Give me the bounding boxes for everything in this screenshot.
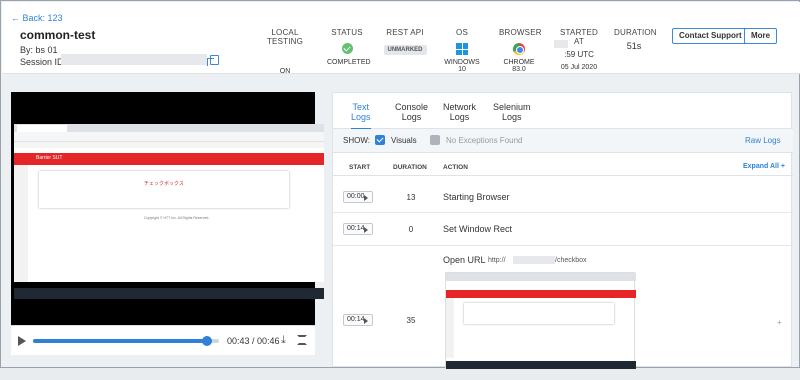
visuals-checkbox[interactable] bbox=[375, 135, 385, 145]
tab-network-logs[interactable]: Network Logs bbox=[443, 102, 476, 122]
log-url-redacted bbox=[513, 256, 555, 264]
video-time: 00:43 / 00:46 bbox=[227, 336, 280, 346]
video-progress-knob[interactable] bbox=[201, 336, 212, 346]
os-column: OS WINDOWS 10 bbox=[444, 28, 480, 73]
completed-check-icon bbox=[341, 43, 353, 54]
fullscreen-icon[interactable] bbox=[297, 335, 307, 345]
copy-icon[interactable] bbox=[207, 55, 219, 66]
tab-selenium-logs[interactable]: Selenium Logs bbox=[493, 102, 531, 122]
started-at-column: STARTED AT :59 UTC 05 Jul 2020 bbox=[554, 28, 602, 71]
tab-text-logs[interactable]: Text Logs bbox=[351, 102, 371, 130]
tab-console-logs[interactable]: Console Logs bbox=[395, 102, 428, 122]
row-expand-indicator[interactable]: + bbox=[777, 318, 782, 327]
video-page bbox=[14, 148, 324, 282]
visuals-label: Visuals bbox=[391, 136, 417, 145]
more-button[interactable]: More bbox=[744, 28, 778, 44]
video-controls: 00:43 / 00:46 ⤓ bbox=[11, 325, 315, 355]
contact-support-button[interactable]: Contact Support bbox=[672, 28, 749, 44]
download-icon[interactable]: ⤓ bbox=[281, 334, 290, 346]
video-progress-track[interactable] bbox=[33, 336, 219, 346]
video-player[interactable]: Barrier SUT チェックボックス Copyright © HTT Inc… bbox=[11, 92, 324, 355]
video-progress-fill bbox=[33, 339, 207, 343]
project-title: common-test bbox=[20, 28, 96, 42]
log-time-button[interactable]: 00:14 bbox=[343, 223, 373, 235]
video-browser-address-bar bbox=[14, 132, 324, 142]
logs-tabs: Text Logs Console Logs Network Logs Sele… bbox=[333, 93, 793, 130]
chrome-icon bbox=[513, 43, 525, 55]
status-column: STATUS COMPLETED bbox=[327, 28, 371, 66]
log-row[interactable]: 00:00 13 Starting Browser bbox=[333, 181, 793, 213]
video-page-header: Barrier SUT bbox=[14, 153, 324, 165]
rest-api-column: REST API UNMARKED bbox=[383, 28, 427, 55]
video-browser-tabs bbox=[14, 124, 324, 132]
video-taskbar bbox=[14, 288, 324, 299]
log-row[interactable]: 00:14 0 Set Window Rect bbox=[333, 213, 793, 246]
exceptions-checkbox[interactable] bbox=[430, 135, 440, 145]
session-id-label: Session ID: bbox=[20, 57, 67, 67]
unmarked-badge[interactable]: UNMARKED bbox=[383, 45, 427, 55]
no-exceptions-label: No Exceptions Found bbox=[446, 136, 523, 145]
video-page-sidebar bbox=[14, 165, 28, 282]
video-page-card: チェックボックス bbox=[39, 171, 289, 208]
session-header: ← Back: 123 common-test By: bs 01 Sessio… bbox=[2, 2, 800, 75]
play-icon[interactable] bbox=[18, 336, 26, 346]
log-filter-bar: SHOW: Visuals No Exceptions Found Raw Lo… bbox=[333, 129, 793, 153]
video-page-footer: Copyright © HTT Inc. All Rights Reserved… bbox=[144, 216, 210, 220]
local-testing-column: LOCAL TESTING ON bbox=[266, 28, 304, 75]
log-url-prefix: http:// bbox=[488, 257, 506, 264]
app-frame: ← Back: 123 common-test By: bs 01 Sessio… bbox=[0, 0, 800, 369]
duration-column: DURATION 51s bbox=[614, 28, 657, 51]
browser-column: BROWSER CHROME 83.0 bbox=[499, 28, 542, 73]
log-table-header: START DURATION ACTION Expand All + bbox=[333, 158, 793, 176]
log-url-suffix: /checkbox bbox=[555, 257, 587, 264]
started-time-redacted bbox=[554, 40, 568, 48]
raw-logs-link[interactable]: Raw Logs bbox=[745, 136, 781, 145]
build-by: By: bs 01 bbox=[20, 45, 58, 55]
logs-panel: Text Logs Console Logs Network Logs Sele… bbox=[332, 92, 793, 369]
show-label: SHOW: bbox=[343, 136, 370, 145]
log-time-button[interactable]: 00:14 bbox=[343, 314, 373, 326]
log-time-button[interactable]: 00:00 bbox=[343, 191, 373, 203]
expand-all-link[interactable]: Expand All + bbox=[743, 163, 785, 170]
session-id-value bbox=[61, 54, 207, 65]
windows-icon bbox=[456, 43, 468, 55]
log-screenshot-thumbnail[interactable] bbox=[445, 272, 636, 369]
back-link[interactable]: ← Back: 123 bbox=[11, 13, 63, 23]
